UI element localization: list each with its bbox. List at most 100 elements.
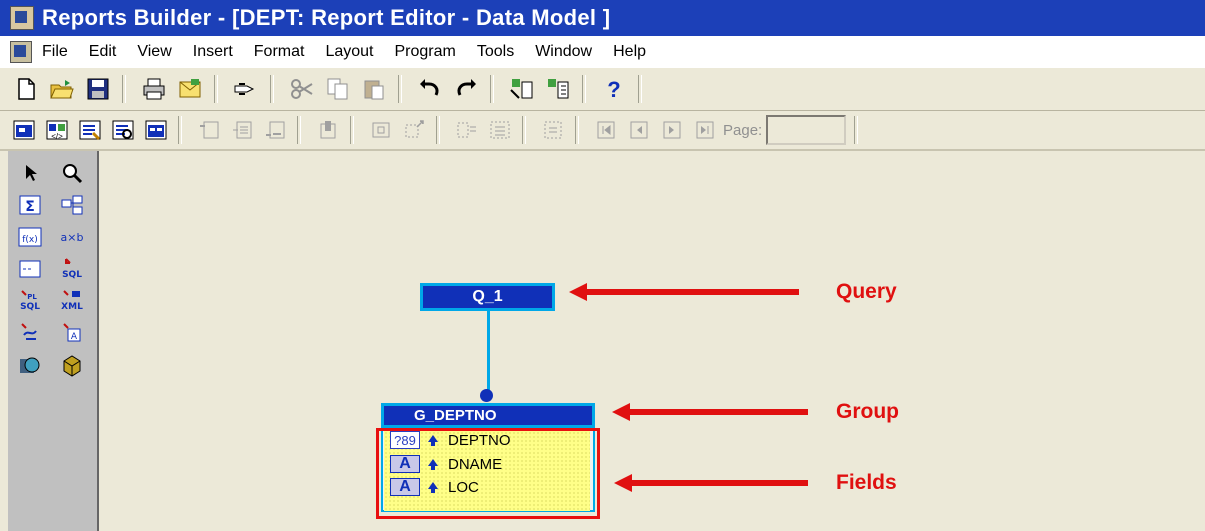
insert-body-icon[interactable] — [228, 116, 256, 144]
svg-text:XML: XML — [61, 302, 83, 312]
parameter-form-view-icon[interactable] — [142, 116, 170, 144]
new-file-icon[interactable] — [10, 73, 42, 105]
mail-icon[interactable] — [174, 73, 206, 105]
query-annotation-arrow-icon — [569, 283, 799, 301]
svg-text:Σ: Σ — [25, 199, 35, 215]
toolbar-separator — [575, 116, 579, 144]
run-report-icon[interactable] — [230, 73, 262, 105]
data-model-view-icon[interactable] — [10, 116, 38, 144]
summary-column-icon[interactable]: Σ — [12, 191, 48, 219]
jdbc-query-icon[interactable] — [12, 319, 48, 347]
menu-help[interactable]: Help — [613, 43, 646, 61]
toolbar-separator — [638, 75, 642, 103]
data-link-icon[interactable] — [54, 191, 90, 219]
cut-icon[interactable] — [286, 73, 318, 105]
menu-window[interactable]: Window — [535, 43, 592, 61]
svg-text:?: ? — [607, 77, 620, 102]
express-query-icon[interactable] — [54, 351, 90, 379]
menu-file[interactable]: File — [42, 43, 68, 61]
xml-query-icon[interactable]: XML — [54, 287, 90, 315]
menu-bar: File Edit View Insert Format Layout Prog… — [0, 36, 1205, 68]
window-title: Reports Builder - [DEPT: Report Editor -… — [42, 5, 611, 30]
text-query-icon[interactable]: A — [54, 319, 90, 347]
query-object[interactable]: Q_1 — [420, 283, 555, 311]
redo-icon[interactable] — [450, 73, 482, 105]
copy-icon[interactable] — [322, 73, 354, 105]
toolbar-separator — [398, 75, 402, 103]
last-page-icon[interactable] — [691, 116, 719, 144]
fields-annotation-label: Fields — [836, 471, 897, 494]
confine-mode-icon[interactable] — [314, 116, 342, 144]
toolbar-separator — [582, 75, 586, 103]
paper-design-view-icon[interactable] — [109, 116, 137, 144]
fields-annotation-arrow-icon — [614, 474, 808, 492]
insert-trailer-icon[interactable] — [261, 116, 289, 144]
ref-cursor-query-icon[interactable] — [12, 255, 48, 283]
first-page-icon[interactable] — [592, 116, 620, 144]
tool-palette: Σ f(x) a×b SQL PL SQL XML A — [8, 151, 99, 531]
save-icon[interactable] — [82, 73, 114, 105]
magnify-icon[interactable] — [54, 159, 90, 187]
page-label: Page: — [723, 121, 763, 139]
standard-toolbar: ? — [0, 68, 1205, 111]
stack-icon[interactable] — [486, 116, 514, 144]
toolbar-separator — [297, 116, 301, 144]
zoom-in-icon[interactable] — [506, 73, 538, 105]
toolbar-separator — [270, 75, 274, 103]
open-folder-icon[interactable] — [46, 73, 78, 105]
toolbar-separator — [178, 116, 182, 144]
plsql-query-icon[interactable]: PL SQL — [12, 287, 48, 315]
select-pointer-icon[interactable] — [12, 159, 48, 187]
window-left-edge — [0, 151, 8, 531]
svg-text:PL: PL — [27, 293, 37, 301]
menu-view[interactable]: View — [137, 43, 171, 61]
svg-text:A: A — [71, 332, 78, 342]
link-handle[interactable] — [480, 389, 493, 402]
paste-icon[interactable] — [358, 73, 390, 105]
menu-edit[interactable]: Edit — [89, 43, 117, 61]
toolbar-separator — [350, 116, 354, 144]
toolbar-separator — [122, 75, 126, 103]
formula-column-icon[interactable]: f(x) — [12, 223, 48, 251]
group-object-header[interactable]: G_DEPTNO — [381, 403, 595, 428]
title-bar: Reports Builder - [DEPT: Report Editor -… — [0, 0, 1205, 36]
ods-query-icon[interactable] — [12, 351, 48, 379]
sql-query-icon[interactable]: SQL — [54, 255, 90, 283]
menu-tools[interactable]: Tools — [477, 43, 514, 61]
svg-text:SQL: SQL — [20, 302, 40, 312]
insert-header-icon[interactable] — [195, 116, 223, 144]
toolbar-separator — [854, 116, 859, 144]
group-annotation-arrow-icon — [612, 403, 808, 421]
svg-text:f(x): f(x) — [22, 235, 38, 245]
fields-highlight-box — [376, 428, 600, 519]
align-grid-icon[interactable] — [539, 116, 567, 144]
toolbar-separator — [490, 75, 494, 103]
menu-format[interactable]: Format — [254, 43, 305, 61]
paper-layout-view-icon[interactable] — [76, 116, 104, 144]
query-annotation-label: Query — [836, 280, 897, 303]
previous-page-icon[interactable] — [625, 116, 653, 144]
zoom-out-icon[interactable] — [542, 73, 574, 105]
view-toolbar: </> Page: — [0, 111, 1205, 151]
document-menu-icon[interactable] — [10, 41, 32, 63]
page-number-field[interactable] — [766, 115, 847, 145]
menu-layout[interactable]: Layout — [325, 43, 373, 61]
svg-text:</>: </> — [51, 132, 63, 141]
svg-text:SQL: SQL — [62, 270, 82, 280]
help-icon[interactable]: ? — [598, 73, 630, 105]
menu-program[interactable]: Program — [394, 43, 455, 61]
flex-mode-icon[interactable] — [367, 116, 395, 144]
undo-icon[interactable] — [414, 73, 446, 105]
toolbar-separator — [214, 75, 218, 103]
toolbar-separator — [522, 116, 526, 144]
field-mode-icon[interactable] — [400, 116, 428, 144]
menu-insert[interactable]: Insert — [193, 43, 233, 61]
app-icon[interactable] — [10, 6, 34, 30]
placeholder-column-icon[interactable]: a×b — [54, 223, 90, 251]
distribute-icon[interactable] — [453, 116, 481, 144]
web-source-view-icon[interactable]: </> — [43, 116, 71, 144]
print-icon[interactable] — [138, 73, 170, 105]
group-annotation-label: Group — [836, 400, 899, 423]
query-group-link[interactable] — [487, 311, 490, 393]
next-page-icon[interactable] — [658, 116, 686, 144]
